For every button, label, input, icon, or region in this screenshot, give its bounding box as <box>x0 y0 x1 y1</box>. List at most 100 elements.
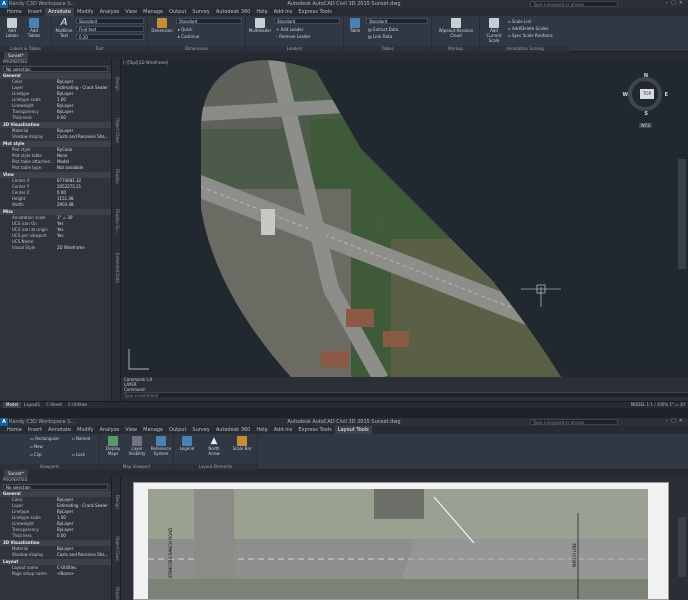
tab-analyze[interactable]: Analyze <box>97 8 123 16</box>
tab-insert[interactable]: Insert <box>25 426 45 434</box>
find-text-input[interactable]: Find text <box>76 26 144 32</box>
multileader-button[interactable]: Multileader <box>248 18 272 33</box>
rectangular-viewport-button[interactable]: ▭ Rectangular <box>30 436 59 441</box>
tab-express-tools[interactable]: Express Tools <box>295 426 334 434</box>
layout-tab-model[interactable]: Model <box>3 402 22 408</box>
tab-home[interactable]: Home <box>4 426 25 434</box>
tab-annotate[interactable]: Annotate <box>45 8 74 16</box>
tab-modify[interactable]: Modify <box>74 8 97 16</box>
tab-output[interactable]: Output <box>166 426 189 434</box>
palette-tab-object-class[interactable]: Object Class <box>113 109 120 151</box>
table-style-dropdown[interactable]: Standard <box>366 18 428 24</box>
layout-tab-c-utilities[interactable]: C-Utilities <box>65 402 90 408</box>
north-arrow-button[interactable]: ▲ North Arrow <box>202 436 226 456</box>
tab-survey[interactable]: Survey <box>189 426 212 434</box>
tab-modify[interactable]: Modify <box>74 426 97 434</box>
display-maps-button[interactable]: Display Maps <box>102 436 124 456</box>
new-viewport-button[interactable]: ▫ New <box>30 444 43 449</box>
dim-style-dropdown[interactable]: Standard <box>176 18 242 24</box>
property-row[interactable]: Page setup name <None> <box>0 571 111 577</box>
layout-tab-layout1[interactable]: Layout1 <box>21 402 43 408</box>
tab-annotate[interactable]: Annotate <box>45 426 74 434</box>
tab-help[interactable]: Help <box>253 426 270 434</box>
extract-data-button[interactable]: ▤ Extract Data <box>368 27 398 32</box>
add-tables-button[interactable]: Add Tables <box>24 18 44 38</box>
property-value[interactable]: Casts and Receives Sha... <box>57 134 108 140</box>
multiline-text-button[interactable]: A Multiline Text <box>54 18 74 39</box>
palette-tab-display[interactable]: Display <box>113 155 120 197</box>
add-labels-button[interactable]: Add Labels <box>2 18 22 38</box>
navigation-bar[interactable] <box>678 159 686 269</box>
lock-viewport-button[interactable]: ▫ Lock <box>72 452 85 457</box>
tab-survey[interactable]: Survey <box>189 8 212 16</box>
status-right[interactable]: MODEL 1:1 / 100% 1" = 30' <box>631 402 686 408</box>
search-input[interactable]: Type a keyword or phrase <box>530 1 618 7</box>
property-row[interactable]: Width 2903.48 <box>0 202 111 208</box>
model-viewport[interactable]: [-][Top][2D Wireframe] TOP N S E W WCS <box>121 59 688 377</box>
tab-insert[interactable]: Insert <box>25 8 45 16</box>
sync-scale-button[interactable]: ▫ Sync Scale Positions <box>508 33 553 38</box>
palette-tab-display[interactable]: Display <box>113 573 120 600</box>
window-controls[interactable]: –▢✕ <box>666 418 686 424</box>
property-row[interactable]: Visual Style 2D Wireframe <box>0 245 111 251</box>
doc-tab-sunset[interactable]: Sunset* <box>4 470 28 477</box>
palette-tab-design[interactable]: Design <box>113 481 120 523</box>
leader-style-dropdown[interactable]: Standard <box>274 18 340 24</box>
tab-autodesk-360[interactable]: Autodesk 360 <box>213 8 254 16</box>
tab-manage[interactable]: Manage <box>140 426 166 434</box>
search-input[interactable]: Type a keyword or phrase <box>530 419 618 425</box>
scale-bar-button[interactable]: Scale Bar <box>230 436 254 451</box>
tab-output[interactable]: Output <box>166 8 189 16</box>
layout-paper-space[interactable]: STANFORD RANCH ROAD MATCH LINE <box>121 477 688 600</box>
property-value[interactable]: 0.00 <box>57 115 66 121</box>
quick-dim-button[interactable]: ▸ Quick <box>178 27 193 32</box>
tab-manage[interactable]: Manage <box>140 8 166 16</box>
property-value[interactable]: 2D Wireframe <box>57 245 85 251</box>
wipeout-revision-button[interactable]: Wipeout Revision Cloud <box>436 18 476 38</box>
tab-help[interactable]: Help <box>253 8 270 16</box>
tab-analyze[interactable]: Analyze <box>97 426 123 434</box>
selection-dropdown[interactable]: No selection <box>3 484 108 490</box>
property-value[interactable]: Not available <box>57 165 83 171</box>
property-value[interactable]: 0.00 <box>57 533 66 539</box>
selection-dropdown[interactable]: No selection <box>3 66 108 72</box>
named-viewport-button[interactable]: ▫ Named <box>72 436 90 441</box>
tab-view[interactable]: View <box>122 426 140 434</box>
viewcube-top-face[interactable]: TOP <box>640 89 654 99</box>
palette-tab-display-qu-[interactable]: Display Qu... <box>113 201 120 243</box>
palette-tab-design[interactable]: Design <box>113 63 120 105</box>
doc-tab-sunset[interactable]: Sunset* <box>4 52 28 59</box>
property-row[interactable]: Plot table type Not available <box>0 165 111 171</box>
add-delete-scales-button[interactable]: ▫ Add/Delete Scales <box>508 26 548 31</box>
property-row[interactable]: Thickness 0.00 <box>0 115 111 121</box>
tab-add-ins[interactable]: Add-ins <box>271 8 296 16</box>
table-button[interactable]: Table <box>346 18 364 33</box>
tab-view[interactable]: View <box>122 8 140 16</box>
layer-visibility-button[interactable]: Layer Visibility <box>126 436 148 456</box>
text-height-input[interactable]: 0.20 <box>76 34 144 40</box>
legend-button[interactable]: Legend <box>176 436 198 451</box>
viewport-controls-label[interactable]: [-][Top][2D Wireframe] <box>123 60 168 65</box>
property-row[interactable]: Shadow display Casts and Receives Sha... <box>0 134 111 140</box>
text-style-dropdown[interactable]: Standard <box>76 18 144 24</box>
dimension-button[interactable]: Dimension <box>150 18 174 33</box>
layout-tab-c-sheet[interactable]: C-Sheet <box>43 402 65 408</box>
palette-tab-extended-data[interactable]: Extended Data <box>113 247 120 289</box>
palette-tab-object-class[interactable]: Object Class <box>113 527 120 569</box>
add-current-scale-button[interactable]: Add Current Scale <box>482 18 506 43</box>
tab-home[interactable]: Home <box>4 8 25 16</box>
tab-layout-tools[interactable]: Layout Tools <box>334 426 372 434</box>
property-value[interactable]: 2903.48 <box>57 202 74 208</box>
continue-dim-button[interactable]: ▸ Continue <box>178 34 199 39</box>
scale-list-button[interactable]: ▫ Scale List <box>508 19 531 24</box>
property-row[interactable]: Thickness 0.00 <box>0 533 111 539</box>
navigation-bar[interactable] <box>678 517 686 577</box>
wcs-menu[interactable]: WCS <box>638 123 652 128</box>
property-value[interactable]: <None> <box>57 571 74 577</box>
tab-express-tools[interactable]: Express Tools <box>295 8 334 16</box>
window-controls[interactable]: –▢✕ <box>666 0 686 6</box>
property-row[interactable]: Shadow display Casts and Receives Sha... <box>0 552 111 558</box>
link-data-button[interactable]: ▤ Link Data <box>368 34 392 39</box>
tab-add-ins[interactable]: Add-ins <box>271 426 296 434</box>
clip-viewport-button[interactable]: ▫ Clip <box>30 452 42 457</box>
